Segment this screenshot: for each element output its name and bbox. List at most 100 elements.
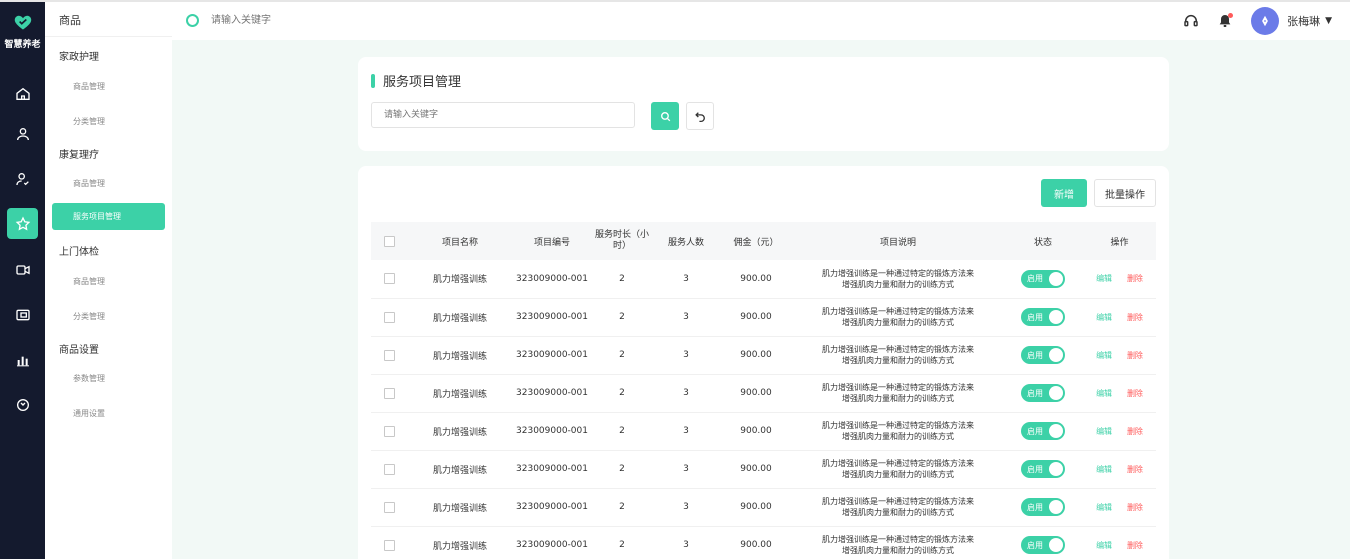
status-toggle[interactable]: 启用 — [1021, 536, 1065, 554]
cell-people: 3 — [683, 540, 689, 550]
cell-status: 启用 — [1003, 412, 1083, 450]
rail-video[interactable] — [7, 254, 38, 285]
status-toggle[interactable]: 启用 — [1021, 308, 1065, 326]
status-toggle[interactable]: 启用 — [1021, 269, 1065, 288]
rail-chart[interactable] — [7, 344, 38, 375]
user-name[interactable]: 张梅琳 — [1287, 13, 1320, 29]
brand-logo[interactable]: 智慧养老 — [0, 12, 45, 50]
search-icon — [186, 14, 199, 27]
row-select-cell[interactable] — [371, 488, 407, 526]
reset-button[interactable] — [686, 102, 714, 130]
row-checkbox[interactable] — [383, 539, 395, 551]
add-button[interactable]: 新增 — [1041, 179, 1087, 207]
delete-link[interactable]: 删除 — [1127, 541, 1143, 550]
group-rehab[interactable]: 康复理疗 — [59, 146, 99, 161]
select-all-cell[interactable] — [371, 222, 407, 260]
cell-fee: 900.00 — [740, 502, 772, 512]
row-select-cell[interactable] — [371, 412, 407, 450]
group-housekeeping[interactable]: 家政护理 — [59, 48, 99, 63]
group-home-checkup[interactable]: 上门体检 — [59, 243, 99, 258]
menu-params[interactable]: 参数管理 — [73, 373, 105, 384]
delete-link[interactable]: 删除 — [1127, 313, 1143, 322]
video-icon — [15, 264, 30, 275]
row-select-cell[interactable] — [371, 298, 407, 336]
delete-link[interactable]: 删除 — [1127, 389, 1143, 398]
delete-link[interactable]: 删除 — [1127, 274, 1143, 283]
status-toggle[interactable]: 启用 — [1021, 498, 1065, 516]
edit-link[interactable]: 编辑 — [1096, 274, 1112, 283]
group-goods-settings[interactable]: 商品设置 — [59, 341, 99, 356]
status-label: 启用 — [1027, 350, 1043, 360]
row-checkbox[interactable] — [383, 349, 395, 361]
toggle-knob — [1049, 386, 1063, 400]
select-all-checkbox[interactable] — [383, 235, 395, 247]
cell-code: 323009000-001 — [516, 502, 588, 512]
search-button[interactable] — [651, 102, 679, 130]
row-select-cell[interactable] — [371, 526, 407, 559]
rail-user-check[interactable] — [7, 163, 38, 194]
edit-link[interactable]: 编辑 — [1096, 389, 1112, 398]
menu-housekeeping-goods[interactable]: 商品管理 — [73, 81, 105, 92]
status-toggle[interactable]: 启用 — [1021, 384, 1065, 402]
icon-rail: 智慧养老 — [0, 2, 45, 559]
keyword-input[interactable] — [371, 102, 635, 128]
filter-card: 服务项目管理 — [358, 57, 1169, 151]
cell-name: 肌力增强训练 — [432, 275, 487, 286]
table-card: 新增 批量操作 项目名称 项目编号 服务时长（小时） 服务人数 佣金（元） 项目… — [358, 166, 1169, 559]
global-search-input[interactable] — [209, 14, 413, 27]
status-toggle[interactable]: 启用 — [1021, 460, 1065, 478]
edit-link[interactable]: 编辑 — [1096, 351, 1112, 360]
row-checkbox[interactable] — [383, 501, 395, 513]
avatar[interactable] — [1251, 7, 1280, 35]
delete-link[interactable]: 删除 — [1127, 427, 1143, 436]
cell-people: 3 — [683, 273, 689, 284]
caret-down-icon[interactable]: ▼ — [1325, 16, 1332, 26]
menu-rehab-service-items[interactable]: 服务项目管理 — [52, 203, 165, 230]
menu-checkup-category[interactable]: 分类管理 — [73, 311, 105, 322]
row-checkbox[interactable] — [383, 273, 395, 285]
rail-home[interactable] — [7, 78, 38, 109]
edit-link[interactable]: 编辑 — [1096, 427, 1112, 436]
menu-general-settings[interactable]: 通用设置 — [73, 408, 105, 419]
notification-bell[interactable] — [1217, 13, 1234, 29]
edit-link[interactable]: 编辑 — [1096, 503, 1112, 512]
global-search[interactable] — [186, 14, 413, 27]
batch-button[interactable]: 批量操作 — [1094, 179, 1156, 207]
cell-status: 启用 — [1003, 298, 1083, 336]
cell-fee: 900.00 — [740, 312, 772, 322]
rail-clock[interactable] — [7, 389, 38, 420]
row-select-cell[interactable] — [371, 336, 407, 374]
row-select-cell[interactable] — [371, 450, 407, 488]
status-toggle[interactable]: 启用 — [1021, 346, 1065, 364]
cell-people: 3 — [683, 464, 689, 474]
rail-user[interactable] — [7, 118, 38, 149]
menu-checkup-goods[interactable]: 商品管理 — [73, 276, 105, 287]
cell-people: 3 — [683, 388, 689, 398]
header-people: 服务人数 — [667, 237, 704, 248]
toggle-knob — [1049, 424, 1063, 438]
edit-link[interactable]: 编辑 — [1096, 465, 1112, 474]
cell-name: 肌力增强训练 — [432, 389, 487, 400]
menu-rehab-goods[interactable]: 商品管理 — [73, 178, 105, 189]
row-checkbox[interactable] — [383, 463, 395, 475]
rail-star[interactable] — [7, 208, 38, 239]
delete-link[interactable]: 删除 — [1127, 351, 1143, 360]
headset-icon[interactable] — [1183, 13, 1199, 29]
edit-link[interactable]: 编辑 — [1096, 541, 1112, 550]
rail-wallet[interactable] — [7, 299, 38, 330]
row-checkbox[interactable] — [383, 311, 395, 323]
edit-link[interactable]: 编辑 — [1096, 313, 1112, 322]
row-checkbox[interactable] — [383, 387, 395, 399]
row-select-cell[interactable] — [371, 260, 407, 298]
submenu-divider — [45, 36, 172, 37]
toggle-knob — [1049, 462, 1063, 476]
menu-housekeeping-category[interactable]: 分类管理 — [73, 116, 105, 127]
delete-link[interactable]: 删除 — [1127, 465, 1143, 474]
service-table: 项目名称 项目编号 服务时长（小时） 服务人数 佣金（元） 项目说明 状态 操作… — [371, 222, 1156, 559]
cell-desc: 肌力增强训练是一种通过特定的锻炼方法来 增强肌肉力量和耐力的训练方式 — [793, 450, 1003, 488]
row-select-cell[interactable] — [371, 374, 407, 412]
status-toggle[interactable]: 启用 — [1021, 422, 1065, 440]
cell-fee: 900.00 — [740, 388, 772, 398]
row-checkbox[interactable] — [383, 425, 395, 437]
delete-link[interactable]: 删除 — [1127, 503, 1143, 512]
